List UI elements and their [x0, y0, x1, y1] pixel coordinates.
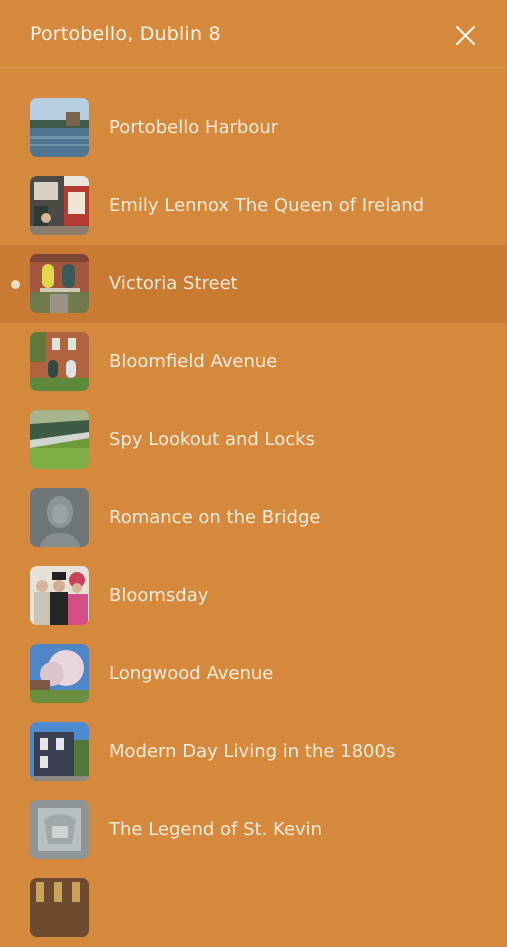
list-item[interactable]: Longwood Avenue [0, 635, 507, 713]
list-item[interactable]: Portobello Harbour [0, 89, 507, 167]
brick-house-photo [30, 332, 89, 391]
list-item-label: Portobello Harbour [109, 117, 279, 138]
list-item-label: Longwood Avenue [109, 663, 274, 684]
shopfront-photo [30, 176, 89, 235]
list-item-label: Emily Lennox The Queen of Ireland [109, 195, 425, 216]
canal-lock-photo [30, 410, 89, 469]
list-item-label: Bloomsday [109, 585, 209, 606]
current-indicator-dot [11, 280, 20, 289]
header: Portobello, Dublin 8 [0, 0, 507, 68]
list-item[interactable]: Spy Lookout and Locks [0, 401, 507, 479]
list-item[interactable] [0, 869, 507, 947]
stop-list: Portobello Harbour Emily Lennox The Quee… [0, 89, 507, 947]
list-item[interactable]: Bloomfield Avenue [0, 323, 507, 401]
list-item-label: Bloomfield Avenue [109, 351, 278, 372]
list-item-label: The Legend of St. Kevin [109, 819, 323, 840]
blossom-tree-photo [30, 644, 89, 703]
list-item[interactable]: Emily Lennox The Queen of Ireland [0, 167, 507, 245]
close-icon [455, 25, 476, 46]
list-item[interactable]: Romance on the Bridge [0, 479, 507, 557]
partial-photo [30, 878, 89, 937]
list-item-label: Victoria Street [109, 273, 238, 294]
stone-plaque-photo [30, 800, 89, 859]
bronze-relief-photo [30, 488, 89, 547]
street-door-photo [30, 254, 89, 313]
close-button[interactable] [446, 16, 484, 54]
harbour-photo [30, 98, 89, 157]
list-item[interactable]: Modern Day Living in the 1800s [0, 713, 507, 791]
list-item-label: Modern Day Living in the 1800s [109, 741, 396, 762]
list-item-label: Romance on the Bridge [109, 507, 321, 528]
list-item-label: Spy Lookout and Locks [109, 429, 315, 450]
list-item[interactable]: Bloomsday [0, 557, 507, 635]
terrace-house-photo [30, 722, 89, 781]
list-item-active[interactable]: Victoria Street [0, 245, 507, 323]
list-item[interactable]: The Legend of St. Kevin [0, 791, 507, 869]
page-title: Portobello, Dublin 8 [30, 23, 221, 45]
costumed-people-photo [30, 566, 89, 625]
